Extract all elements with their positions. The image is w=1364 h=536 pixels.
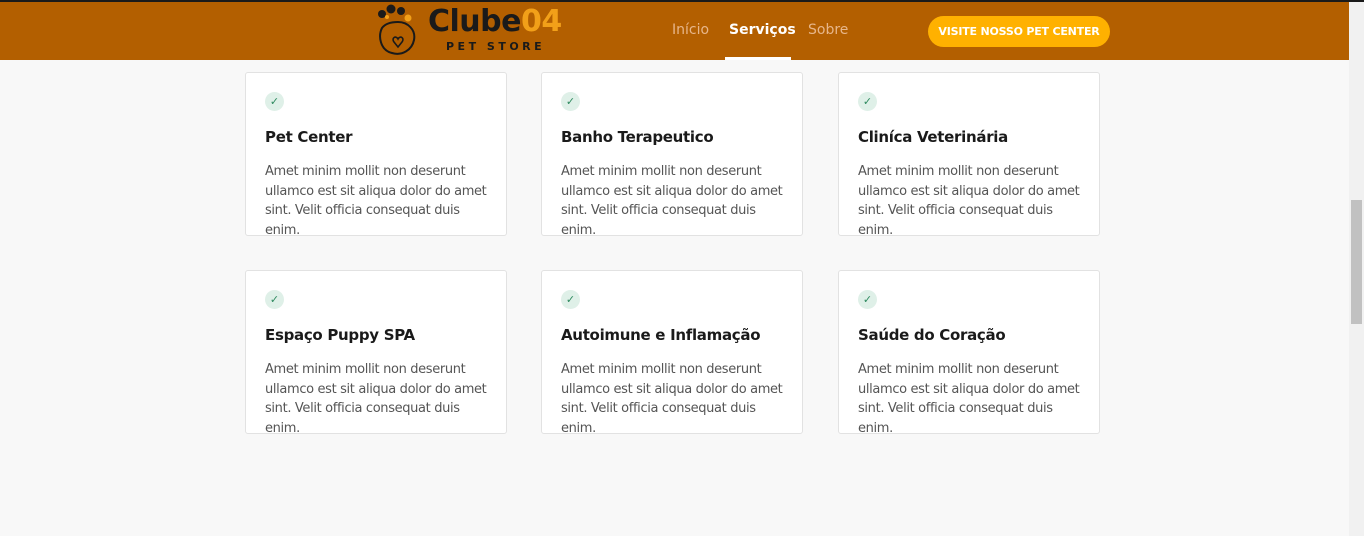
paw-logo-icon: [378, 4, 416, 55]
brand-tagline: PET STORE: [446, 40, 546, 53]
check-icon: ✓: [858, 92, 877, 111]
service-card-pet-center: ✓ Pet Center Amet minim mollit non deser…: [245, 72, 507, 238]
brand-logo[interactable]: Clube04 PET STORE: [374, 2, 574, 58]
service-card-autoimune-inflamacao: ✓ Autoimune e Inflamação Amet minim moll…: [541, 270, 803, 436]
nav-item-servicos[interactable]: Serviços: [729, 22, 796, 38]
service-title: Saúde do Coração: [858, 326, 1006, 344]
service-card-saude-do-coracao: ✓ Saúde do Coração Amet minim mollit non…: [838, 270, 1100, 436]
service-description: Amet minim mollit non deserunt ullamco e…: [858, 164, 1080, 238]
service-description: Amet minim mollit non deserunt ullamco e…: [265, 164, 487, 238]
check-icon: ✓: [561, 92, 580, 111]
service-card-clinica-veterinaria: ✓ Cliníca Veterinária Amet minim mollit …: [838, 72, 1100, 238]
service-description: Amet minim mollit non deserunt ullamco e…: [561, 164, 783, 238]
service-title: Banho Terapeutico: [561, 128, 714, 146]
nav-item-inicio[interactable]: Início: [672, 22, 709, 38]
visit-pet-center-button[interactable]: VISITE NOSSO PET CENTER: [928, 16, 1110, 47]
service-card-espaco-puppy-spa: ✓ Espaço Puppy SPA Amet minim mollit non…: [245, 270, 507, 436]
vertical-scrollbar[interactable]: [1349, 2, 1364, 536]
check-icon: ✓: [858, 290, 877, 309]
service-title: Espaço Puppy SPA: [265, 326, 415, 344]
scrollbar-thumb[interactable]: [1351, 200, 1362, 324]
service-title: Cliníca Veterinária: [858, 128, 1008, 146]
check-icon: ✓: [265, 290, 284, 309]
active-nav-indicator: [725, 57, 791, 60]
check-icon: ✓: [561, 290, 580, 309]
brand-number: 04: [520, 4, 562, 39]
site-header: Clube04 PET STORE Início Serviços Sobre …: [0, 2, 1349, 60]
service-description: Amet minim mollit non deserunt ullamco e…: [561, 362, 783, 436]
check-icon: ✓: [265, 92, 284, 111]
service-title: Autoimune e Inflamação: [561, 326, 761, 344]
service-title: Pet Center: [265, 128, 353, 146]
service-description: Amet minim mollit non deserunt ullamco e…: [265, 362, 487, 436]
service-description: Amet minim mollit non deserunt ullamco e…: [858, 362, 1080, 436]
brand-name: Clube04: [428, 4, 562, 39]
service-card-banho-terapeutico: ✓ Banho Terapeutico Amet minim mollit no…: [541, 72, 803, 238]
nav-item-sobre[interactable]: Sobre: [808, 22, 848, 38]
